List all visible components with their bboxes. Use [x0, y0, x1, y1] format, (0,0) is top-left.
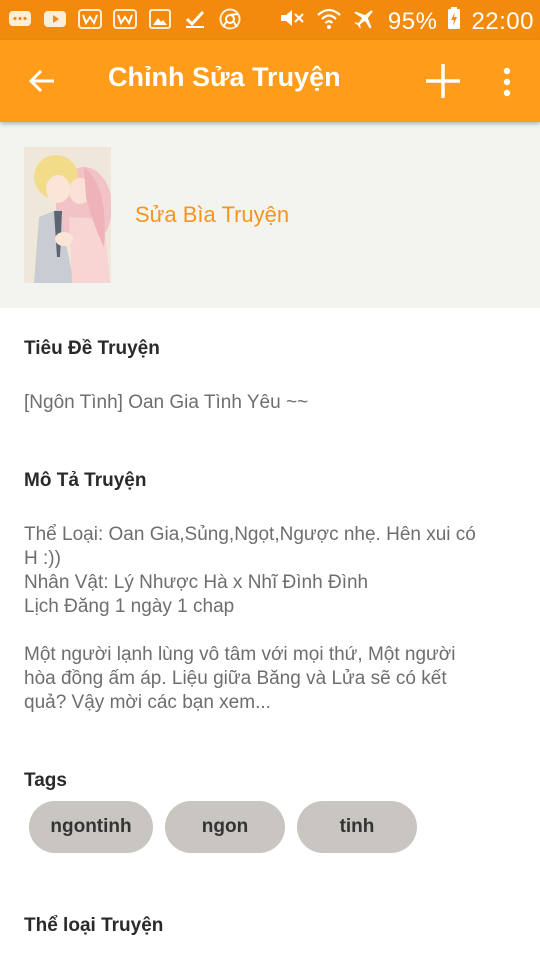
description-line: Thể Loại: Oan Gia,Sủng,Ngọt,Ngược nhẹ. H…	[24, 524, 476, 545]
airplane-icon	[352, 6, 378, 37]
tags-label: Tags	[24, 770, 67, 791]
edit-cover-link[interactable]: Sửa Bìa Truyện	[135, 202, 289, 228]
more-vert-icon	[503, 67, 511, 97]
system-icons: 95% 22:00	[278, 6, 534, 37]
description-line: Một người lạnh lùng vô tâm với mọi thứ, …	[24, 644, 456, 665]
cover-image[interactable]	[24, 147, 111, 283]
tag-list: ngontinh ngon tinh	[29, 801, 417, 853]
story-title-field[interactable]: [Ngôn Tình] Oan Gia Tình Yêu ~~	[24, 391, 520, 415]
description-line: quả? Vậy mời các bạn xem...	[24, 692, 271, 713]
description-line: Lịch Đăng 1 ngày 1 chap	[24, 596, 235, 617]
story-title-label: Tiêu Đề Truyện	[24, 338, 160, 359]
tag-chip[interactable]: ngontinh	[29, 801, 153, 853]
clock: 22:00	[471, 7, 534, 35]
youtube-icon	[43, 8, 67, 30]
add-button[interactable]	[420, 58, 466, 104]
notification-icons	[8, 8, 242, 30]
page-title: Chỉnh Sửa Truyện	[108, 62, 341, 92]
gallery-icon	[148, 8, 172, 30]
chrome-icon	[218, 8, 242, 30]
w-icon	[113, 8, 137, 30]
w-icon	[78, 8, 102, 30]
plus-icon	[426, 64, 460, 98]
battery-percent: 95%	[387, 7, 438, 35]
genre-label: Thể loại Truyện	[24, 915, 164, 936]
cover-section: Sửa Bìa Truyện	[0, 122, 540, 308]
description-line: H :))	[24, 548, 61, 569]
tag-chip[interactable]: ngon	[165, 801, 285, 853]
arrow-left-icon	[28, 69, 54, 93]
status-bar: 95% 22:00	[0, 0, 540, 40]
wifi-icon	[316, 6, 342, 37]
tag-chip[interactable]: tinh	[297, 801, 417, 853]
story-description-label: Mô Tả Truyện	[24, 470, 147, 491]
description-line: hòa đồng ấm áp. Liệu giữa Băng và Lửa sẽ…	[24, 668, 447, 689]
back-button[interactable]	[22, 61, 62, 101]
app-toolbar: Chỉnh Sửa Truyện	[0, 40, 540, 122]
battery-charging-icon	[447, 6, 461, 37]
story-description-field[interactable]: Thể Loại: Oan Gia,Sủng,Ngọt,Ngược nhẹ. H…	[24, 523, 520, 715]
more-options-button[interactable]	[490, 62, 524, 102]
chat-icon	[8, 8, 32, 30]
description-line	[24, 619, 520, 643]
mute-icon	[278, 6, 306, 37]
check-icon	[183, 8, 207, 30]
description-line: Nhân Vật: Lý Nhược Hà x Nhĩ Đình Đình	[24, 572, 369, 593]
